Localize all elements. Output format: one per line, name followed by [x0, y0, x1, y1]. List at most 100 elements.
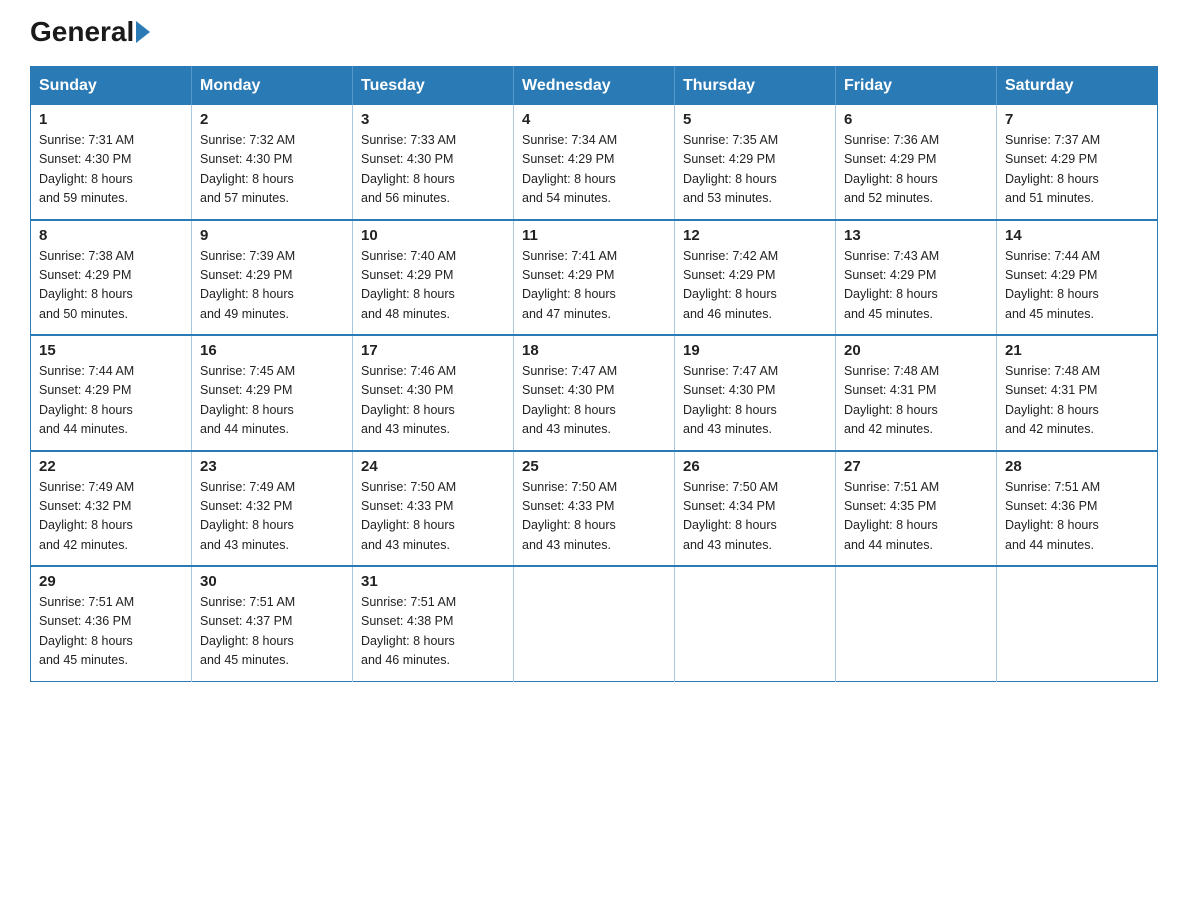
calendar-cell: [514, 566, 675, 681]
calendar-cell: 18 Sunrise: 7:47 AMSunset: 4:30 PMDayligh…: [514, 335, 675, 451]
calendar-week-row: 15Sunrise: 7:44 AMSunset: 4:29 PMDayligh…: [31, 335, 1158, 451]
day-number: 27: [844, 458, 988, 475]
day-number: 1: [39, 111, 183, 128]
day-info: Sunrise: 7:51 AMSunset: 4:38 PMDaylight:…: [361, 593, 505, 671]
day-number: 9: [200, 227, 344, 244]
day-number: 14: [1005, 227, 1149, 244]
calendar-cell: 4 Sunrise: 7:34 AMSunset: 4:29 PMDaylight…: [514, 105, 675, 220]
day-info: Sunrise: 7:48 AMSunset: 4:31 PMDaylight:…: [1005, 362, 1149, 440]
calendar-cell: 17 Sunrise: 7:46 AMSunset: 4:30 PMDayligh…: [353, 335, 514, 451]
calendar-cell: 2 Sunrise: 7:32 AMSunset: 4:30 PMDaylight…: [192, 105, 353, 220]
day-number: 6: [844, 111, 988, 128]
day-info: Sunrise: 7:51 AMSunset: 4:35 PMDaylight:…: [844, 478, 988, 556]
day-number: 7: [1005, 111, 1149, 128]
calendar-cell: 30Sunrise: 7:51 AMSunset: 4:37 PMDayligh…: [192, 566, 353, 681]
day-info: Sunrise: 7:32 AMSunset: 4:30 PMDaylight:…: [200, 131, 344, 209]
day-info: Sunrise: 7:51 AMSunset: 4:36 PMDaylight:…: [1005, 478, 1149, 556]
calendar-cell: 8Sunrise: 7:38 AMSunset: 4:29 PMDaylight…: [31, 220, 192, 336]
day-number: 25: [522, 458, 666, 475]
day-number: 10: [361, 227, 505, 244]
calendar-cell: 29 Sunrise: 7:51 AMSunset: 4:36 PMDayligh…: [31, 566, 192, 681]
calendar-cell: [997, 566, 1158, 681]
calendar-cell: 15Sunrise: 7:44 AMSunset: 4:29 PMDayligh…: [31, 335, 192, 451]
calendar-cell: 31Sunrise: 7:51 AMSunset: 4:38 PMDayligh…: [353, 566, 514, 681]
day-info: Sunrise: 7:33 AMSunset: 4:30 PMDaylight:…: [361, 131, 505, 209]
calendar-cell: 14 Sunrise: 7:44 AMSunset: 4:29 PMDayligh…: [997, 220, 1158, 336]
day-info: Sunrise: 7:50 AMSunset: 4:34 PMDaylight:…: [683, 478, 827, 556]
calendar-cell: 24 Sunrise: 7:50 AMSunset: 4:33 PMDayligh…: [353, 451, 514, 567]
day-number: 11: [522, 227, 666, 244]
calendar-cell: 20Sunrise: 7:48 AMSunset: 4:31 PMDayligh…: [836, 335, 997, 451]
calendar-cell: 6 Sunrise: 7:36 AMSunset: 4:29 PMDaylight…: [836, 105, 997, 220]
logo-arrow-icon2: [136, 21, 150, 43]
calendar-table: SundayMondayTuesdayWednesdayThursdayFrid…: [30, 66, 1158, 682]
calendar-cell: 16 Sunrise: 7:45 AMSunset: 4:29 PMDayligh…: [192, 335, 353, 451]
calendar-cell: 28Sunrise: 7:51 AMSunset: 4:36 PMDayligh…: [997, 451, 1158, 567]
calendar-week-row: 8Sunrise: 7:38 AMSunset: 4:29 PMDaylight…: [31, 220, 1158, 336]
logo-general-text2: General: [30, 16, 134, 48]
day-info: Sunrise: 7:45 AMSunset: 4:29 PMDaylight:…: [200, 362, 344, 440]
calendar-cell: 10 Sunrise: 7:40 AMSunset: 4:29 PMDayligh…: [353, 220, 514, 336]
day-info: Sunrise: 7:40 AMSunset: 4:29 PMDaylight:…: [361, 247, 505, 325]
day-info: Sunrise: 7:31 AMSunset: 4:30 PMDaylight:…: [39, 131, 183, 209]
day-info: Sunrise: 7:41 AMSunset: 4:29 PMDaylight:…: [522, 247, 666, 325]
day-number: 18: [522, 342, 666, 359]
calendar-week-row: 29 Sunrise: 7:51 AMSunset: 4:36 PMDayligh…: [31, 566, 1158, 681]
day-info: Sunrise: 7:49 AMSunset: 4:32 PMDaylight:…: [200, 478, 344, 556]
day-number: 26: [683, 458, 827, 475]
day-info: Sunrise: 7:47 AMSunset: 4:30 PMDaylight:…: [683, 362, 827, 440]
col-header-friday: Friday: [836, 67, 997, 106]
day-number: 5: [683, 111, 827, 128]
day-info: Sunrise: 7:43 AMSunset: 4:29 PMDaylight:…: [844, 247, 988, 325]
day-number: 29: [39, 573, 183, 590]
day-number: 4: [522, 111, 666, 128]
day-number: 8: [39, 227, 183, 244]
calendar-week-row: 22 Sunrise: 7:49 AMSunset: 4:32 PMDayligh…: [31, 451, 1158, 567]
calendar-cell: 9 Sunrise: 7:39 AMSunset: 4:29 PMDaylight…: [192, 220, 353, 336]
calendar-cell: [836, 566, 997, 681]
day-info: Sunrise: 7:46 AMSunset: 4:30 PMDaylight:…: [361, 362, 505, 440]
day-info: Sunrise: 7:51 AMSunset: 4:36 PMDaylight:…: [39, 593, 183, 671]
day-number: 24: [361, 458, 505, 475]
col-header-saturday: Saturday: [997, 67, 1158, 106]
day-number: 2: [200, 111, 344, 128]
col-header-thursday: Thursday: [675, 67, 836, 106]
col-header-wednesday: Wednesday: [514, 67, 675, 106]
day-number: 22: [39, 458, 183, 475]
day-number: 17: [361, 342, 505, 359]
day-number: 16: [200, 342, 344, 359]
day-info: Sunrise: 7:39 AMSunset: 4:29 PMDaylight:…: [200, 247, 344, 325]
day-info: Sunrise: 7:44 AMSunset: 4:29 PMDaylight:…: [39, 362, 183, 440]
day-info: Sunrise: 7:48 AMSunset: 4:31 PMDaylight:…: [844, 362, 988, 440]
day-info: Sunrise: 7:37 AMSunset: 4:29 PMDaylight:…: [1005, 131, 1149, 209]
day-number: 21: [1005, 342, 1149, 359]
day-number: 30: [200, 573, 344, 590]
col-header-monday: Monday: [192, 67, 353, 106]
calendar-cell: 5 Sunrise: 7:35 AMSunset: 4:29 PMDaylight…: [675, 105, 836, 220]
calendar-cell: 27 Sunrise: 7:51 AMSunset: 4:35 PMDayligh…: [836, 451, 997, 567]
calendar-cell: [675, 566, 836, 681]
calendar-cell: 21 Sunrise: 7:48 AMSunset: 4:31 PMDayligh…: [997, 335, 1158, 451]
calendar-cell: 12Sunrise: 7:42 AMSunset: 4:29 PMDayligh…: [675, 220, 836, 336]
day-number: 13: [844, 227, 988, 244]
day-number: 12: [683, 227, 827, 244]
day-number: 19: [683, 342, 827, 359]
calendar-cell: 1 Sunrise: 7:31 AMSunset: 4:30 PMDaylight…: [31, 105, 192, 220]
day-info: Sunrise: 7:49 AMSunset: 4:32 PMDaylight:…: [39, 478, 183, 556]
day-number: 3: [361, 111, 505, 128]
col-header-sunday: Sunday: [31, 67, 192, 106]
day-info: Sunrise: 7:36 AMSunset: 4:29 PMDaylight:…: [844, 131, 988, 209]
calendar-cell: 3 Sunrise: 7:33 AMSunset: 4:30 PMDaylight…: [353, 105, 514, 220]
day-info: Sunrise: 7:34 AMSunset: 4:29 PMDaylight:…: [522, 131, 666, 209]
day-info: Sunrise: 7:35 AMSunset: 4:29 PMDaylight:…: [683, 131, 827, 209]
calendar-cell: 22 Sunrise: 7:49 AMSunset: 4:32 PMDayligh…: [31, 451, 192, 567]
day-info: Sunrise: 7:47 AMSunset: 4:30 PMDaylight:…: [522, 362, 666, 440]
calendar-cell: 19 Sunrise: 7:47 AMSunset: 4:30 PMDayligh…: [675, 335, 836, 451]
logo: General: [30, 20, 151, 48]
page-header: General: [30, 20, 1158, 48]
col-header-tuesday: Tuesday: [353, 67, 514, 106]
day-info: Sunrise: 7:50 AMSunset: 4:33 PMDaylight:…: [361, 478, 505, 556]
day-info: Sunrise: 7:44 AMSunset: 4:29 PMDaylight:…: [1005, 247, 1149, 325]
day-info: Sunrise: 7:50 AMSunset: 4:33 PMDaylight:…: [522, 478, 666, 556]
calendar-header-row: SundayMondayTuesdayWednesdayThursdayFrid…: [31, 67, 1158, 106]
